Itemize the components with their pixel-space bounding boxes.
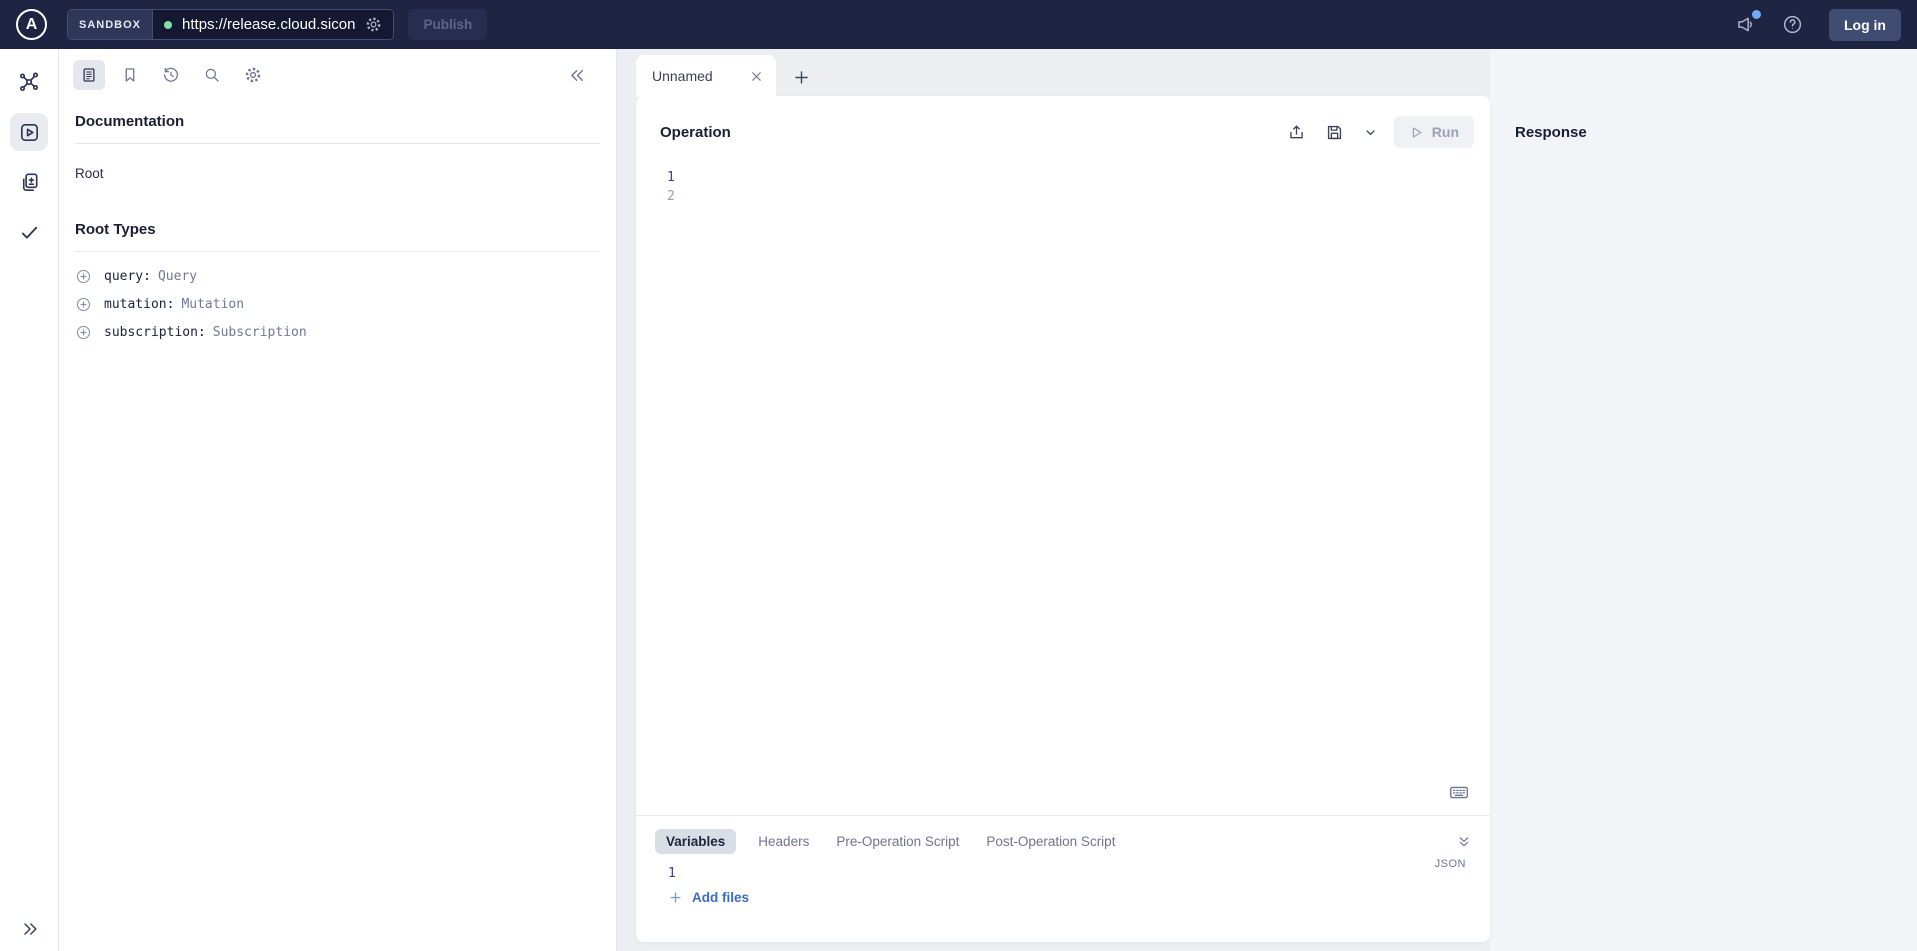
variables-editor[interactable]: 1 JSON Add files [655, 854, 1472, 905]
keyboard-shortcuts-icon[interactable] [1448, 781, 1470, 803]
root-type-row[interactable]: query: Query [75, 268, 600, 285]
tab-strip: Unnamed [636, 49, 1490, 97]
apollo-logo: A [16, 9, 47, 40]
endpoint-url-segment: https://release.cloud.sicon [153, 10, 393, 39]
root-types-list: query: Query mutation: Mutation [75, 268, 600, 341]
variables-line-number: 1 [668, 866, 676, 881]
apollo-logo-letter: A [26, 16, 38, 34]
left-rail [0, 49, 59, 951]
docs-tab-history-icon[interactable] [155, 60, 187, 90]
run-button-label: Run [1432, 124, 1459, 140]
announcements-megaphone-icon[interactable] [1735, 14, 1756, 35]
sandbox-badge: SANDBOX [68, 10, 153, 39]
topbar-right: Log in [1735, 9, 1901, 41]
docs-title: Documentation [75, 113, 600, 144]
docs-toolbar [59, 49, 616, 99]
notification-dot [1752, 10, 1761, 19]
rail-item-collections[interactable] [10, 163, 48, 201]
add-tab-icon[interactable] [792, 68, 811, 87]
response-panel: Response [1490, 49, 1917, 951]
field-type-link[interactable]: Mutation [181, 297, 244, 312]
add-files-label: Add files [692, 890, 749, 905]
format-badge: JSON [1435, 858, 1466, 870]
operation-header: Operation [636, 96, 1490, 154]
editor-zone: Unnamed Operation [617, 49, 1490, 951]
save-operation-icon[interactable] [1325, 123, 1344, 142]
docs-tab-search-icon[interactable] [196, 60, 228, 90]
operation-editor[interactable]: 1 2 [636, 154, 1490, 815]
field-name: mutation: [104, 297, 174, 312]
topbar: A SANDBOX https://release.cloud.sicon Pu… [0, 0, 1917, 49]
docs-tab-settings-gear-icon[interactable] [237, 60, 269, 90]
collections-icon [18, 171, 41, 194]
docs-tab-documentation-icon[interactable] [73, 60, 105, 90]
publish-button[interactable]: Publish [408, 9, 487, 40]
root-types-title: Root Types [75, 221, 600, 252]
add-files-button[interactable]: Add files [668, 890, 1472, 905]
docs-body: Documentation Root Root Types query: Que… [59, 99, 616, 352]
endpoint-url-input[interactable]: https://release.cloud.sicon [182, 16, 355, 33]
rail-item-checks[interactable] [10, 213, 48, 251]
editor-line-number: 1 [667, 168, 1490, 187]
add-to-operation-icon[interactable] [75, 296, 92, 313]
save-options-chevron-down-icon[interactable] [1363, 125, 1378, 140]
response-title: Response [1515, 124, 1917, 141]
login-button[interactable]: Log in [1829, 9, 1901, 41]
connection-status-dot [164, 21, 172, 29]
main-region: Unnamed Operation [617, 49, 1917, 951]
root-type-row[interactable]: subscription: Subscription [75, 324, 600, 341]
request-settings-tabs: Variables Headers Pre-Operation Script P… [655, 829, 1472, 854]
field-name: subscription: [104, 325, 206, 340]
tab-variables[interactable]: Variables [655, 829, 736, 854]
field-type-link[interactable]: Query [158, 269, 197, 284]
operation-tab[interactable]: Unnamed [636, 55, 776, 97]
collapse-panel-double-chevron-icon[interactable] [1456, 834, 1472, 850]
editor-line-number: 2 [667, 187, 1490, 206]
operation-title: Operation [660, 124, 731, 141]
tab-post-operation-script[interactable]: Post-Operation Script [986, 829, 1115, 854]
endpoint-url-group: SANDBOX https://release.cloud.sicon [67, 9, 394, 40]
tab-pre-operation-script[interactable]: Pre-Operation Script [836, 829, 959, 854]
expand-rail-icon[interactable] [20, 919, 40, 939]
endpoint-settings-gear-icon[interactable] [365, 16, 382, 33]
share-operation-icon[interactable] [1287, 123, 1306, 142]
explorer-play-icon [18, 121, 41, 144]
add-to-operation-icon[interactable] [75, 268, 92, 285]
rail-item-explorer[interactable] [10, 113, 48, 151]
field-type-link[interactable]: Subscription [213, 325, 307, 340]
root-type-row[interactable]: mutation: Mutation [75, 296, 600, 313]
root-type-link[interactable]: Root [75, 166, 104, 181]
docs-tab-bookmark-icon[interactable] [114, 60, 146, 90]
run-button[interactable]: Run [1394, 116, 1474, 148]
checkmark-icon [18, 221, 41, 244]
help-icon[interactable] [1782, 14, 1803, 35]
documentation-panel: Documentation Root Root Types query: Que… [59, 49, 617, 951]
operation-tab-label: Unnamed [652, 68, 749, 84]
request-settings-section: Variables Headers Pre-Operation Script P… [636, 816, 1490, 942]
app-body: Documentation Root Root Types query: Que… [0, 49, 1917, 951]
graph-schema-icon [17, 70, 41, 94]
collapse-docs-panel-icon[interactable] [561, 60, 593, 90]
plus-icon [668, 890, 683, 905]
tab-headers[interactable]: Headers [758, 829, 809, 854]
add-to-operation-icon[interactable] [75, 324, 92, 341]
run-play-icon [1409, 125, 1424, 140]
field-name: query: [104, 269, 151, 284]
rail-item-schema[interactable] [10, 63, 48, 101]
operation-card: Operation [636, 96, 1490, 942]
close-tab-icon[interactable] [749, 69, 764, 84]
